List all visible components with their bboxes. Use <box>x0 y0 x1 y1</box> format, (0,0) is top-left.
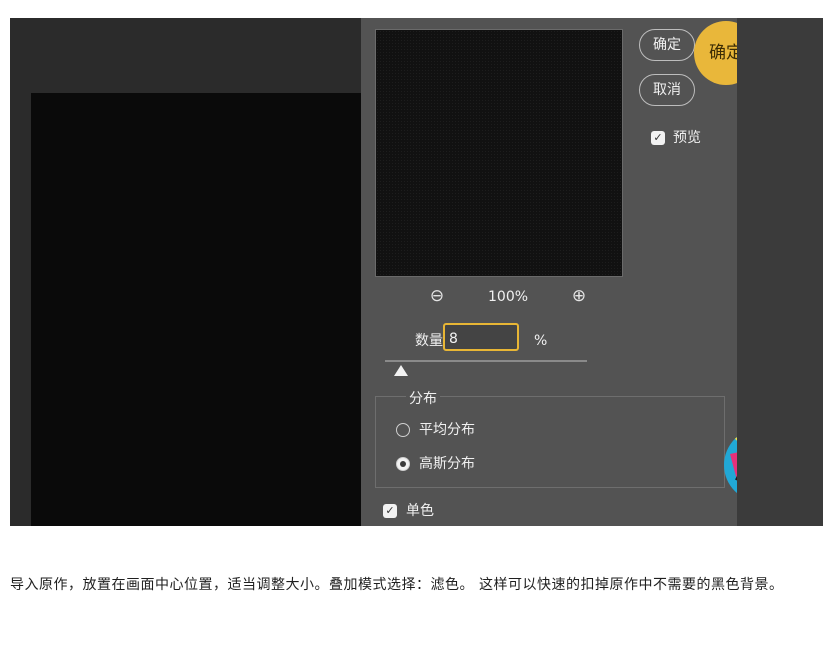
monochrome-label: 单色 <box>406 503 434 519</box>
preview-label: 预览 <box>673 130 701 146</box>
document-canvas[interactable] <box>31 93 361 526</box>
distribution-label: 分布 <box>406 390 440 408</box>
workspace-right-panel <box>737 18 823 526</box>
add-noise-dialog: 确定 取消 确定 ✓ 预览 ⊖ 100% ⊕ 数量: 8 % 分布 平均分布 高… <box>361 18 798 526</box>
zoom-out-icon[interactable]: ⊖ <box>427 286 447 306</box>
amount-slider-track[interactable] <box>385 360 587 362</box>
amount-input[interactable]: 8 <box>443 323 519 351</box>
filter-preview[interactable] <box>375 29 623 277</box>
uniform-label: 平均分布 <box>419 422 475 438</box>
zoom-in-icon[interactable]: ⊕ <box>569 286 589 306</box>
zoom-level: 100% <box>488 289 529 305</box>
confirm-button[interactable]: 确定 <box>639 29 695 61</box>
preview-checkbox[interactable]: ✓ <box>651 131 665 145</box>
gaussian-label: 高斯分布 <box>419 456 475 472</box>
gaussian-radio[interactable] <box>396 457 410 471</box>
cancel-button[interactable]: 取消 <box>639 74 695 106</box>
monochrome-checkbox[interactable]: ✓ <box>383 504 397 518</box>
amount-unit: % <box>534 333 548 349</box>
distribution-group <box>375 396 725 488</box>
article-paragraph: 导入原作，放置在画面中心位置，适当调整大小。叠加模式选择：滤色。 这样可以快速的… <box>10 577 784 593</box>
amount-slider-thumb[interactable] <box>394 365 409 376</box>
photoshop-screenshot: 确定 取消 确定 ✓ 预览 ⊖ 100% ⊕ 数量: 8 % 分布 平均分布 高… <box>10 18 823 526</box>
uniform-radio[interactable] <box>396 423 410 437</box>
